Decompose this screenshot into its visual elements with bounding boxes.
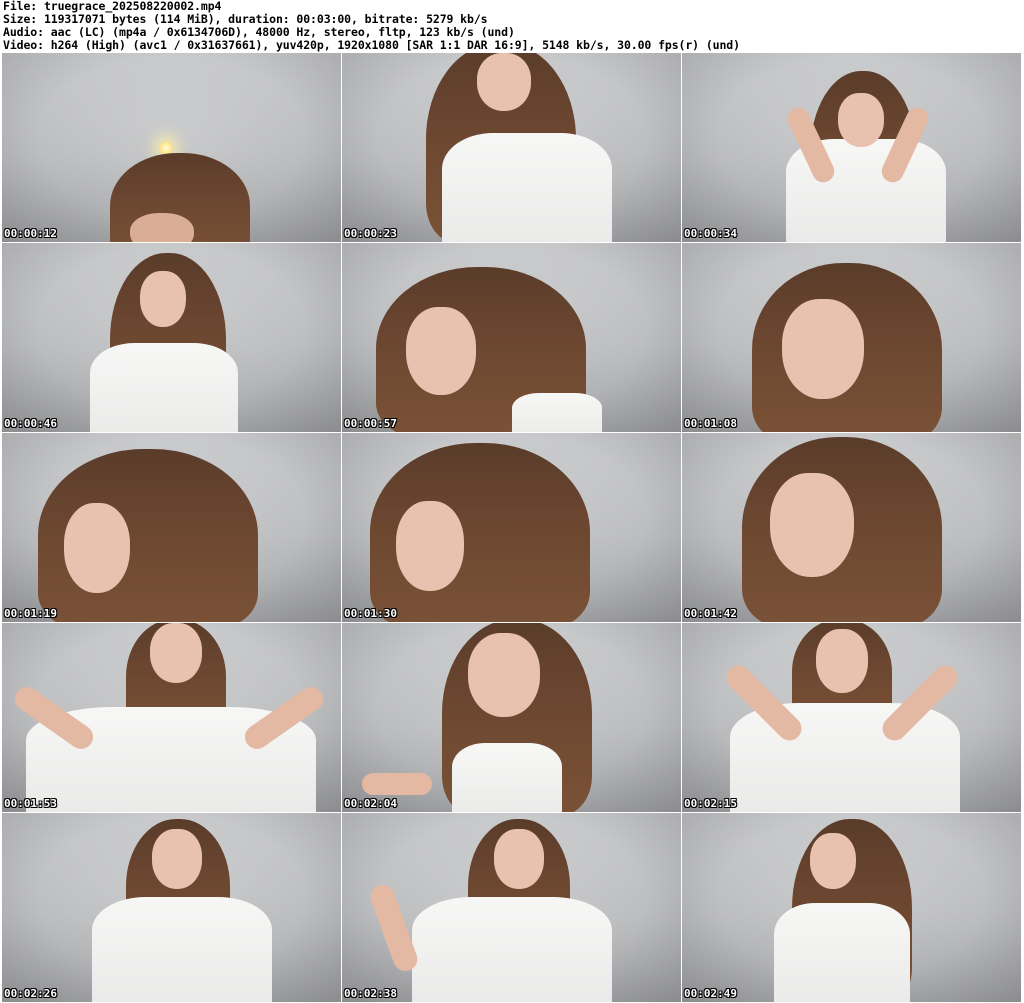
video-info-line: Video: h264 (High) (avc1 / 0x31637661), … — [3, 39, 740, 52]
thumbnail-timestamp: 00:02:49 — [684, 987, 737, 1000]
thumbnail-frame[interactable]: 00:02:26 — [2, 813, 341, 1002]
thumbnail-timestamp: 00:00:46 — [4, 417, 57, 430]
thumbnail-timestamp: 00:01:42 — [684, 607, 737, 620]
thumbnail-frame[interactable]: 00:01:08 — [682, 243, 1021, 432]
thumbnail-timestamp: 00:02:26 — [4, 987, 57, 1000]
thumbnail-timestamp: 00:00:23 — [344, 227, 397, 240]
thumbnail-frame[interactable]: 00:02:38 — [342, 813, 681, 1002]
thumbnail-frame[interactable]: 00:02:04 — [342, 623, 681, 812]
media-info-header: File: truegrace_202508220002.mp4 Size: 1… — [3, 0, 1021, 52]
thumbnail-frame[interactable]: 00:00:12 — [2, 53, 341, 242]
thumbnail-frame[interactable]: 00:02:49 — [682, 813, 1021, 1002]
thumbnail-timestamp: 00:00:12 — [4, 227, 57, 240]
thumbnail-timestamp: 00:01:19 — [4, 607, 57, 620]
thumbnail-frame[interactable]: 00:01:19 — [2, 433, 341, 622]
thumbnail-timestamp: 00:01:30 — [344, 607, 397, 620]
thumbnail-frame[interactable]: 00:00:23 — [342, 53, 681, 242]
file-size-line: Size: 119317071 bytes (114 MiB), duratio… — [3, 13, 488, 26]
audio-info-line: Audio: aac (LC) (mp4a / 0x6134706D), 480… — [3, 26, 515, 39]
thumbnail-timestamp: 00:00:57 — [344, 417, 397, 430]
thumbnail-timestamp: 00:00:34 — [684, 227, 737, 240]
thumbnail-timestamp: 00:02:15 — [684, 797, 737, 810]
thumbnail-timestamp: 00:01:53 — [4, 797, 57, 810]
thumbnail-frame[interactable]: 00:01:42 — [682, 433, 1021, 622]
file-name-line: File: truegrace_202508220002.mp4 — [3, 0, 222, 13]
thumbnail-frame[interactable]: 00:00:46 — [2, 243, 341, 432]
thumbnail-frame[interactable]: 00:00:34 — [682, 53, 1021, 242]
thumbnail-frame[interactable]: 00:01:30 — [342, 433, 681, 622]
thumbnail-timestamp: 00:01:08 — [684, 417, 737, 430]
thumbnail-timestamp: 00:02:38 — [344, 987, 397, 1000]
thumbnail-timestamp: 00:02:04 — [344, 797, 397, 810]
thumbnail-frame[interactable]: 00:01:53 — [2, 623, 341, 812]
thumbnail-grid: 00:00:12 00:00:23 00:00:34 00:00:46 00:0… — [2, 53, 1022, 1003]
thumbnail-frame[interactable]: 00:02:15 — [682, 623, 1021, 812]
thumbnail-frame[interactable]: 00:00:57 — [342, 243, 681, 432]
